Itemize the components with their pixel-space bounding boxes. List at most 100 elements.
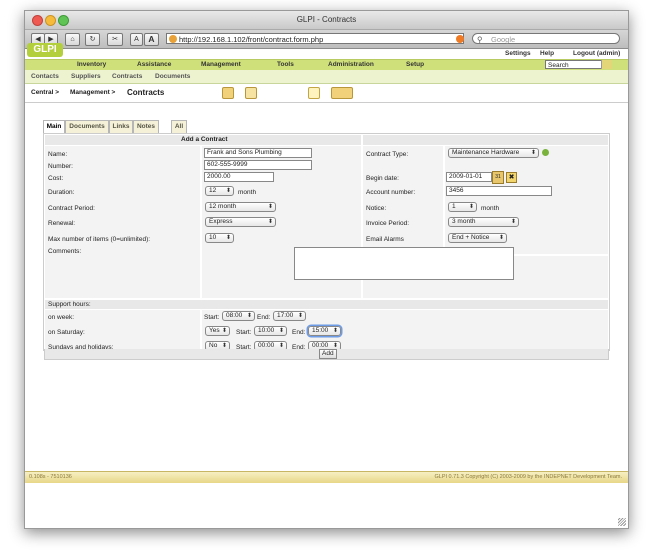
search-item-icon[interactable] (245, 87, 257, 99)
browser-toolbar: ◀ ▶ ⌂ ↻ ✂ A A http://192.168.1.102/front… (25, 30, 628, 49)
window-title: GLPI - Contracts (296, 15, 357, 24)
number-label: Number: (48, 163, 73, 170)
notice-unit: month (481, 205, 500, 212)
invoice-select[interactable]: 3 month (448, 217, 519, 227)
number-input[interactable]: 602-555-9999 (204, 160, 312, 170)
maxitems-select[interactable]: 10 (205, 233, 234, 243)
search-placeholder: Google (491, 35, 516, 44)
week-start-label: Start: (204, 314, 220, 321)
duration-select[interactable]: 12 (205, 186, 234, 196)
reload-button[interactable]: ↻ (85, 33, 100, 46)
week-end-select[interactable]: 17:00 (273, 311, 306, 321)
week-label: on week: (48, 314, 75, 321)
text-smaller-button[interactable]: A (130, 33, 143, 46)
add-item-icon[interactable] (222, 87, 234, 99)
glpi-logo[interactable]: GLPI (27, 43, 63, 57)
global-search-button[interactable] (601, 60, 612, 69)
breadcrumb-management[interactable]: Management > (70, 89, 115, 96)
clear-date-icon[interactable]: ✖ (506, 172, 517, 183)
browser-window: GLPI - Contracts ◀ ▶ ⌂ ↻ ✂ A A http://19… (24, 10, 629, 529)
tab-documents[interactable]: Documents (65, 120, 109, 134)
menu-setup[interactable]: Setup (406, 61, 424, 68)
search-icon: ⚲ (477, 35, 483, 44)
main-menu: Inventory Assistance Management Tools Ad… (25, 59, 628, 70)
duration-label: Duration: (48, 189, 75, 196)
calendar-icon[interactable]: 31 (492, 171, 504, 184)
comments-textarea[interactable] (294, 247, 514, 280)
footer-copyright[interactable]: GLPI 0.71.3 Copyright (C) 2003-2009 by t… (434, 474, 622, 480)
alarms-label: Email Alarms (366, 236, 404, 243)
notice-select[interactable]: 1 (448, 202, 477, 212)
screenshot-button[interactable]: ✂ (107, 33, 123, 46)
saturday-end-label: End: (292, 329, 306, 336)
name-label: Name: (48, 151, 68, 158)
add-button[interactable]: Add (319, 349, 337, 359)
address-bar[interactable]: http://192.168.1.102/front/contract.form… (166, 33, 464, 44)
saturday-enabled-select[interactable]: Yes (205, 326, 230, 336)
comments-label: Comments: (48, 248, 82, 255)
maxitems-label: Max number of items (0=unlimited): (48, 236, 151, 243)
tab-all[interactable]: All (171, 120, 187, 134)
duration-unit: month (238, 189, 257, 196)
renewal-select[interactable]: Express (205, 217, 276, 227)
title-bar: GLPI - Contracts (25, 11, 628, 30)
begin-label: Begin date: (366, 175, 399, 182)
notice-label: Notice: (366, 205, 387, 212)
submenu-documents[interactable]: Documents (155, 73, 190, 80)
invoice-label: Invoice Period: (366, 220, 409, 227)
renewal-label: Renewal: (48, 220, 76, 227)
logout-link[interactable]: Logout (admin) (573, 50, 620, 57)
submenu-contracts[interactable]: Contracts (112, 73, 142, 80)
saturday-label: on Saturday: (48, 329, 85, 336)
settings-link[interactable]: Settings (505, 50, 531, 57)
main-content: Main Documents Links Notes All Add a Con… (25, 111, 628, 471)
page-footer: 0.108s - 7510136 GLPI 0.71.3 Copyright (… (25, 471, 628, 483)
search-field[interactable]: ⚲ Google (472, 33, 620, 44)
alarms-select[interactable]: End + Notice (448, 233, 507, 243)
saturday-start-select[interactable]: 10:00 (254, 326, 287, 336)
form-title: Add a Contract (181, 136, 228, 143)
menu-tools[interactable]: Tools (277, 61, 294, 68)
cost-label: Cost: (48, 175, 64, 182)
form-footer: Add (44, 349, 609, 360)
footer-timing: 0.108s - 7510136 (29, 474, 72, 480)
account-input[interactable]: 3456 (446, 186, 552, 196)
account-label: Account number: (366, 189, 416, 196)
text-bigger-button[interactable]: A (144, 33, 159, 46)
menu-inventory[interactable]: Inventory (77, 61, 106, 68)
top-links: Settings Help Logout (admin) (25, 49, 628, 59)
type-select[interactable]: Maintenance Hardware (448, 148, 539, 158)
menu-management[interactable]: Management (201, 61, 241, 68)
help-link[interactable]: Help (540, 50, 554, 57)
site-icon (169, 35, 177, 43)
resize-handle[interactable] (618, 518, 626, 526)
menu-administration[interactable]: Administration (328, 61, 374, 68)
page-title: Contracts (127, 88, 165, 97)
url-text: http://192.168.1.102/front/contract.form… (179, 35, 324, 44)
week-start-select[interactable]: 08:00 (222, 311, 255, 321)
type-label: Contract Type: (366, 151, 409, 158)
dropdown-menu-icon[interactable] (331, 87, 353, 99)
support-hours-label: Support hours: (48, 301, 91, 308)
tab-notes[interactable]: Notes (133, 120, 159, 134)
tab-links[interactable]: Links (109, 120, 133, 134)
submenu-suppliers[interactable]: Suppliers (71, 73, 101, 80)
tab-main[interactable]: Main (43, 120, 65, 134)
add-type-icon[interactable] (542, 149, 549, 156)
breadcrumb-central[interactable]: Central > (31, 89, 59, 96)
cost-input[interactable]: 2000.00 (204, 172, 274, 182)
rss-icon[interactable] (456, 35, 464, 43)
contract-form: Add a Contract Name: Frank and Sons Plum… (43, 133, 610, 356)
period-select[interactable]: 12 month (205, 202, 276, 212)
home-button[interactable]: ⌂ (65, 33, 80, 46)
begin-date-input[interactable]: 2009-01-01 (446, 172, 492, 182)
saturday-end-select[interactable]: 15:00 (308, 326, 341, 336)
submenu-contacts[interactable]: Contacts (31, 73, 59, 80)
period-label: Contract Period: (48, 205, 95, 212)
saturday-start-label: Start: (236, 329, 252, 336)
name-input[interactable]: Frank and Sons Plumbing (204, 148, 312, 158)
menu-assistance[interactable]: Assistance (137, 61, 171, 68)
week-end-label: End: (257, 314, 271, 321)
breadcrumb: Central > Management > Contracts (25, 84, 628, 103)
template-icon[interactable] (308, 87, 320, 99)
